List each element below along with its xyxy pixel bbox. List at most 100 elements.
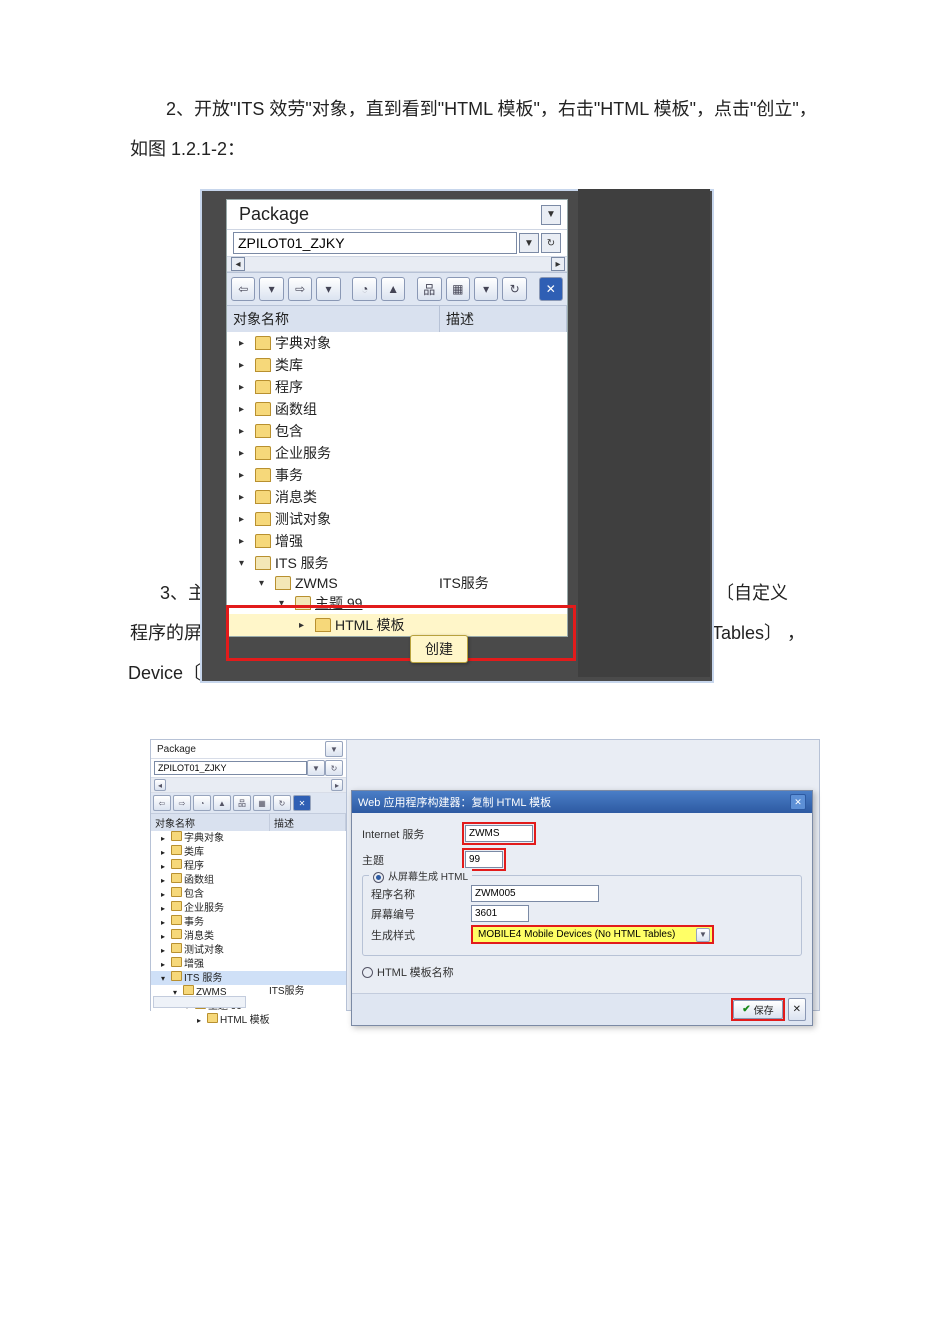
mini-scrollbar[interactable] (153, 996, 246, 1008)
mini-hscroll-right[interactable]: ▸ (331, 779, 343, 791)
style-dropdown[interactable]: ▼ (696, 928, 710, 942)
row-html-name: HTML 模板名称 (362, 964, 802, 980)
m-tree-enterprise[interactable]: ▸企业服务 (151, 901, 346, 915)
nav-back-button[interactable]: ⇦ (231, 277, 255, 301)
check-icon: ✔ (742, 1004, 750, 1015)
mini-hscroll: ◂ ▸ (151, 778, 346, 793)
tree-item-transaction[interactable]: ▸事务 (227, 464, 567, 486)
list-button[interactable]: ▦ (446, 277, 470, 301)
tree-item-dict[interactable]: ▸字典对象 (227, 332, 567, 354)
mini-close[interactable]: ✕ (293, 795, 311, 811)
m-tree-transaction[interactable]: ▸事务 (151, 915, 346, 929)
screenshot-dark-panel (578, 189, 710, 677)
create-tooltip: 创建 (410, 635, 468, 663)
dialog-body: Internet 服务 主题 从屏幕生成 HTML 程序名称 屏幕编号 生成样式 (352, 813, 812, 993)
save-button[interactable]: ✔保存 (733, 1000, 782, 1019)
mini-list[interactable]: ▦ (253, 795, 271, 811)
tree-item-enterprise[interactable]: ▸企业服务 (227, 442, 567, 464)
paragraph-1: 2、开放"ITS 效劳"对象，直到看到"HTML 模板"，右击"HTML 模板"… (130, 0, 820, 169)
tree-item-its[interactable]: ▾ITS 服务 (227, 552, 567, 574)
mini-up[interactable]: ▲ (213, 795, 231, 811)
tree-item-program[interactable]: ▸程序 (227, 376, 567, 398)
package-dropdown[interactable]: ▼ (519, 233, 539, 253)
create-html-template-dialog: Web 应用程序构建器：复制 HTML 模板 ✕ Internet 服务 主题 … (351, 790, 813, 1026)
hscroll-left[interactable]: ◂ (231, 257, 245, 271)
tree-item-topic99[interactable]: ▾主题 99 (227, 592, 567, 614)
m-tree-message[interactable]: ▸消息类 (151, 929, 346, 943)
mini-back[interactable]: ⇦ (153, 795, 171, 811)
package-value-row: ▼ ↻ (227, 230, 567, 257)
m-tree-classlib[interactable]: ▸类库 (151, 845, 346, 859)
mini-disp[interactable]: ◔ (193, 795, 211, 811)
generate-html-group: 从屏幕生成 HTML 程序名称 屏幕编号 生成样式 ▼ (362, 875, 802, 956)
m-tree-dict[interactable]: ▸字典对象 (151, 831, 346, 845)
list-menu[interactable]: ▾ (474, 277, 498, 301)
m-tree-include[interactable]: ▸包含 (151, 887, 346, 901)
style-input[interactable] (475, 927, 696, 942)
nav-fwd-button[interactable]: ⇨ (288, 277, 312, 301)
nav-fwd-menu[interactable]: ▾ (316, 277, 340, 301)
m-tree-program[interactable]: ▸程序 (151, 859, 346, 873)
package-refresh-button[interactable]: ↻ (541, 233, 561, 253)
mini-refresh[interactable]: ↻ (273, 795, 291, 811)
screenshot-2: Package ▼ ▼ ↻ ◂ ▸ ⇦ ⇨ ◔ ▲ 品 ▦ ↻ ✕ 对象名称 描… (150, 739, 820, 1011)
display-button[interactable]: ◔ (352, 277, 376, 301)
package-type-label: Package (233, 202, 315, 227)
mini-package-input[interactable] (154, 761, 307, 775)
refresh-button[interactable]: ↻ (502, 277, 526, 301)
hscroll-right[interactable]: ▸ (551, 257, 565, 271)
mini-hscroll-left[interactable]: ◂ (154, 779, 166, 791)
tree-item-message[interactable]: ▸消息类 (227, 486, 567, 508)
topic-input[interactable] (465, 851, 503, 868)
tree-item-test[interactable]: ▸测试对象 (227, 508, 567, 530)
program-input[interactable] (471, 885, 599, 902)
radio-generate-from-screen[interactable] (373, 872, 384, 883)
mini-pkg-refresh[interactable]: ↻ (325, 760, 343, 776)
up-button[interactable]: ▲ (381, 277, 405, 301)
dialog-footer: ✔保存 ✕ (352, 993, 812, 1025)
cancel-button[interactable]: ✕ (788, 998, 806, 1021)
row-internet-service: Internet 服务 (362, 822, 802, 845)
mini-hier[interactable]: 品 (233, 795, 251, 811)
package-type-row: Package ▼ (227, 200, 567, 230)
internet-service-input[interactable] (465, 825, 533, 842)
tree-item-include[interactable]: ▸包含 (227, 420, 567, 442)
mini-package-type: Package ▼ (151, 740, 346, 759)
tree-item-enhance[interactable]: ▸增强 (227, 530, 567, 552)
folder-icon (255, 424, 271, 438)
tree-item-classlib[interactable]: ▸类库 (227, 354, 567, 376)
row-program: 程序名称 (371, 885, 793, 902)
folder-icon (255, 512, 271, 526)
package-type-dropdown[interactable]: ▼ (541, 205, 561, 225)
screen-input[interactable] (471, 905, 529, 922)
mini-dropdown[interactable]: ▼ (325, 741, 343, 757)
mini-tree-header: 对象名称 描述 (151, 814, 346, 831)
m-tree-its[interactable]: ▾ITS 服务 (151, 971, 346, 985)
dialog-close-button[interactable]: ✕ (790, 794, 806, 810)
sap-navigator-mini: Package ▼ ▼ ↻ ◂ ▸ ⇦ ⇨ ◔ ▲ 品 ▦ ↻ ✕ 对象名称 描… (151, 740, 347, 1010)
group-legend: 从屏幕生成 HTML (369, 868, 472, 883)
close-button[interactable]: ✕ (539, 277, 563, 301)
folder-icon (255, 490, 271, 504)
mini-fwd[interactable]: ⇨ (173, 795, 191, 811)
tree-item-html-template[interactable]: ▸HTML 模板 (227, 614, 567, 636)
mini-pkg-dd[interactable]: ▼ (307, 760, 325, 776)
hierarchy-button[interactable]: 品 (417, 277, 441, 301)
nav-back-menu[interactable]: ▾ (259, 277, 283, 301)
m-tree-test[interactable]: ▸测试对象 (151, 943, 346, 957)
folder-icon (255, 358, 271, 372)
navigator-toolbar: ⇦ ▾ ⇨ ▾ ◔ ▲ 品 ▦ ▾ ↻ ✕ (227, 272, 567, 306)
package-input[interactable] (233, 232, 517, 254)
radio-html-template-name[interactable] (362, 967, 373, 978)
m-tree-funcgroup[interactable]: ▸函数组 (151, 873, 346, 887)
hscroll-row: ◂ ▸ (227, 257, 567, 272)
behind-text-right1: 〔自定义 (716, 579, 788, 605)
folder-open-icon (295, 596, 311, 610)
m-tree-html-template[interactable]: ▸HTML 模板 (151, 1013, 346, 1027)
m-tree-enhance[interactable]: ▸增强 (151, 957, 346, 971)
folder-open-icon (275, 576, 291, 590)
mini-package-value: ▼ ↻ (151, 759, 346, 778)
tree-item-zwms[interactable]: ▾ZWMSITS服务 (227, 574, 567, 592)
col-object-name: 对象名称 (227, 306, 440, 332)
tree-item-funcgroup[interactable]: ▸函数组 (227, 398, 567, 420)
